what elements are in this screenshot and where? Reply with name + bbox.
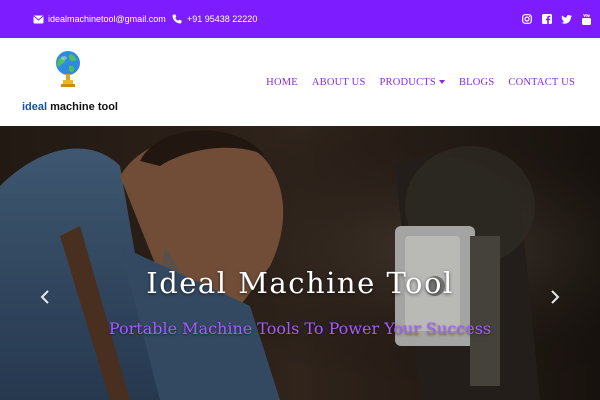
hero-subtitle: Portable Machine Tools To Power Your Suc… bbox=[108, 319, 492, 338]
caret-down-icon bbox=[438, 80, 445, 84]
nav-products[interactable]: PRODUCTS bbox=[380, 77, 445, 88]
envelope-icon bbox=[32, 13, 44, 25]
chevron-left-icon bbox=[40, 290, 49, 304]
chevron-right-icon bbox=[551, 290, 560, 304]
twitter-icon[interactable] bbox=[561, 14, 572, 25]
phone-icon bbox=[171, 13, 183, 25]
site-logo[interactable]: ideal machine tool bbox=[22, 48, 122, 118]
instagram-icon[interactable] bbox=[521, 14, 532, 25]
top-contact-bar: idealmachinetool@gmail.com +91 95438 222… bbox=[0, 0, 600, 38]
nav-home[interactable]: HOME bbox=[266, 77, 298, 88]
slider-prev-button[interactable] bbox=[37, 289, 53, 305]
logo-text: ideal machine tool bbox=[22, 101, 118, 113]
site-header: ideal machine tool HOME ABOUT US PRODUCT… bbox=[0, 38, 600, 126]
main-nav: HOME ABOUT US PRODUCTS BLOGS CONTACT US bbox=[266, 38, 575, 126]
hero-slider: Ideal Machine Tool Portable Machine Tool… bbox=[0, 126, 600, 400]
hero-title: Ideal Machine Tool bbox=[146, 266, 454, 300]
logo-text-machine-tool: machine tool bbox=[47, 101, 118, 113]
nav-products-label: PRODUCTS bbox=[379, 76, 436, 88]
youtube-icon[interactable] bbox=[581, 13, 592, 25]
globe-logo-icon bbox=[56, 51, 80, 87]
social-links bbox=[521, 0, 592, 38]
nav-blogs[interactable]: BLOGS bbox=[459, 77, 494, 88]
nav-about-us[interactable]: ABOUT US bbox=[312, 77, 366, 88]
phone-contact[interactable]: +91 95438 22220 bbox=[171, 0, 257, 38]
logo-text-ideal: ideal bbox=[22, 101, 48, 113]
hero-background-image bbox=[0, 126, 600, 400]
phone-text[interactable]: +91 95438 22220 bbox=[187, 14, 257, 24]
email-text[interactable]: idealmachinetool@gmail.com bbox=[48, 14, 166, 24]
facebook-icon[interactable] bbox=[541, 14, 552, 25]
email-contact[interactable]: idealmachinetool@gmail.com bbox=[32, 0, 166, 38]
slider-next-button[interactable] bbox=[547, 289, 563, 305]
nav-contact-us[interactable]: CONTACT US bbox=[508, 77, 575, 88]
